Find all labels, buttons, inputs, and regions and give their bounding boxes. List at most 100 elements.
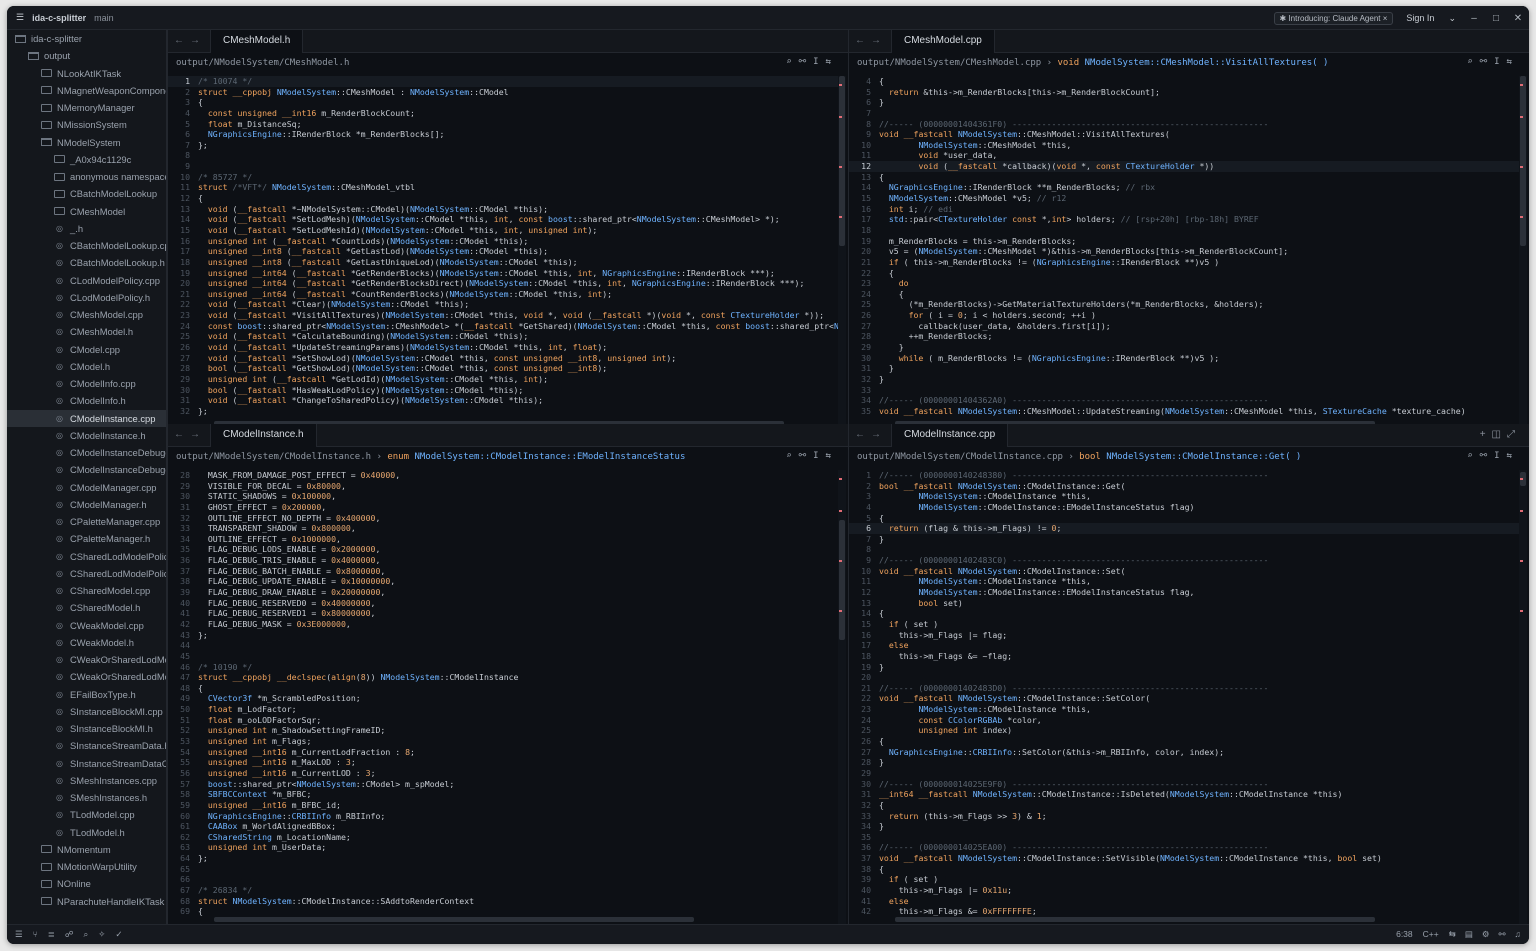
tree-item[interactable]: ◎ CBatchModelLookup.cpp xyxy=(7,237,166,254)
tree-item[interactable]: ◎ EFailBoxType.h xyxy=(7,686,166,703)
status-tool-icon[interactable]: ⌕ xyxy=(83,929,88,940)
editor-tab[interactable]: CMeshModel.cpp xyxy=(891,30,995,53)
editor-tab[interactable]: CMeshModel.h xyxy=(210,30,304,53)
tree-item[interactable]: ◎ TLodModel.h xyxy=(7,824,166,841)
breadcrumb-path[interactable]: output/NModelSystem/CMeshModel.cpp xyxy=(857,58,1041,68)
tree-item[interactable]: ◎ CModelInstance.cpp xyxy=(7,409,166,427)
tree-item[interactable]: NParachuteHandleIKTask xyxy=(7,893,166,910)
maximize-button[interactable]: □ xyxy=(1485,13,1507,24)
status-tool-icon[interactable]: ⚯ xyxy=(1499,929,1506,940)
replace-icon[interactable]: ⚯ xyxy=(799,451,814,461)
tree-item[interactable]: ◎ CLodModelPolicy.cpp xyxy=(7,272,166,289)
breadcrumb-symbol[interactable]: NModelSystem::CModelInstance::EModelInst… xyxy=(414,452,685,462)
forward-arrow-icon[interactable]: → xyxy=(190,35,206,46)
cursor-icon[interactable]: I xyxy=(1494,451,1506,461)
editor-tab[interactable]: CModelInstance.h xyxy=(210,424,317,447)
tree-item[interactable]: ◎ CWeakModel.h xyxy=(7,634,166,651)
back-arrow-icon[interactable]: ← xyxy=(174,35,190,46)
status-tool-icon[interactable]: ▤ xyxy=(1465,929,1473,940)
tree-item[interactable]: ◎ CLodModelPolicy.h xyxy=(7,289,166,306)
tree-item[interactable]: ◎ CModelInstanceDebugger xyxy=(7,444,166,461)
tree-item[interactable]: ◎ CModelInfo.cpp xyxy=(7,375,166,392)
tree-item[interactable]: NLookAtIKTask xyxy=(7,65,166,82)
tree-item[interactable]: ◎ CPaletteManager.h xyxy=(7,530,166,547)
back-arrow-icon[interactable]: ← xyxy=(174,429,190,440)
search-icon[interactable]: ⌕ xyxy=(786,57,798,67)
tree-item[interactable]: ◎ CSharedModel.h xyxy=(7,599,166,616)
project-name[interactable]: ida-c-splitter xyxy=(32,13,86,23)
search-icon[interactable]: ⌕ xyxy=(786,451,798,461)
branch-name[interactable]: main xyxy=(94,13,114,23)
vertical-scrollbar[interactable] xyxy=(1519,76,1527,428)
vertical-scrollbar[interactable] xyxy=(838,470,846,924)
back-arrow-icon[interactable]: ← xyxy=(855,429,871,440)
tree-item[interactable]: NMotionWarpUtility xyxy=(7,858,166,875)
status-tool-icon[interactable]: ⚙ xyxy=(1482,929,1490,940)
tree-item[interactable]: ◎ CSharedLodModelPolicy xyxy=(7,548,166,565)
tree-item[interactable]: ◎ CModel.cpp xyxy=(7,341,166,358)
tree-item[interactable]: ◎ CModelManager.h xyxy=(7,496,166,513)
split-icon[interactable]: ◫ xyxy=(1492,429,1507,440)
status-tool-icon[interactable]: ☰ xyxy=(15,929,23,940)
tree-item[interactable]: ◎ CSharedLodModelPolicy xyxy=(7,565,166,582)
tree-item[interactable]: anonymous namespace xyxy=(7,168,166,185)
tree-item[interactable]: NMemoryManager xyxy=(7,99,166,116)
wrap-icon[interactable]: ⇆ xyxy=(826,57,838,67)
sign-in-button[interactable]: Sign In xyxy=(1399,13,1441,23)
status-tool-icon[interactable]: ✓ xyxy=(115,929,122,940)
vertical-scrollbar[interactable] xyxy=(1519,470,1527,924)
tree-item[interactable]: ◎ CMeshModel.cpp xyxy=(7,306,166,323)
tree-item[interactable]: _A0x94c1129c xyxy=(7,151,166,168)
breadcrumb-path[interactable]: output/NModelSystem/CModelInstance.h xyxy=(176,452,371,462)
tree-item[interactable]: ◎ CWeakOrSharedLodModel xyxy=(7,651,166,668)
wrap-icon[interactable]: ⇆ xyxy=(1507,57,1519,67)
tree-item[interactable]: ◎ CModel.h xyxy=(7,358,166,375)
tree-item[interactable]: output xyxy=(7,47,166,64)
minimize-button[interactable]: – xyxy=(1463,13,1485,24)
editor-tab[interactable]: CModelInstance.cpp xyxy=(891,424,1009,447)
tree-item[interactable]: CMeshModel xyxy=(7,203,166,220)
horizontal-scrollbar[interactable] xyxy=(895,917,1375,922)
status-tool-icon[interactable]: ♫ xyxy=(1515,929,1521,940)
tree-item[interactable]: ◎ SMeshInstances.h xyxy=(7,789,166,806)
code-area[interactable]: 1 //----- (0000000140248380) ------------… xyxy=(849,470,1519,924)
replace-icon[interactable]: ⚯ xyxy=(799,57,814,67)
breadcrumb-symbol[interactable]: NModelSystem::CMeshModel::VisitAllTextur… xyxy=(1085,58,1329,68)
cursor-icon[interactable]: I xyxy=(813,57,825,67)
forward-arrow-icon[interactable]: → xyxy=(871,429,887,440)
code-area[interactable]: 4{5 return &this->m_RenderBlocks[this->m… xyxy=(849,76,1519,428)
tree-item[interactable]: ◎ SInstanceStreamData.h xyxy=(7,737,166,754)
tree-item[interactable]: ◎ CModelManager.cpp xyxy=(7,479,166,496)
forward-arrow-icon[interactable]: → xyxy=(871,35,887,46)
wrap-icon[interactable]: ⇆ xyxy=(826,451,838,461)
scroll-thumb[interactable] xyxy=(839,76,845,246)
tree-item[interactable]: ◎ CModelInfo.h xyxy=(7,392,166,409)
cursor-icon[interactable]: I xyxy=(813,451,825,461)
tree-item[interactable]: NOnline xyxy=(7,875,166,892)
tree-item[interactable]: ◎ CWeakModel.cpp xyxy=(7,617,166,634)
close-button[interactable]: ✕ xyxy=(1507,13,1529,24)
tree-item[interactable]: ◎ SInstanceStreamDataC xyxy=(7,755,166,772)
tree-item[interactable]: ◎ _.h xyxy=(7,220,166,237)
tree-item[interactable]: ◎ TLodModel.cpp xyxy=(7,806,166,823)
breadcrumb-path[interactable]: output/NModelSystem/CMeshModel.h xyxy=(176,58,349,68)
promo-banner[interactable]: ✱ Introducing: Claude Agent × xyxy=(1273,11,1394,25)
cursor-icon[interactable]: I xyxy=(1494,57,1506,67)
promo-close-icon[interactable]: × xyxy=(1383,14,1388,23)
tree-item[interactable]: ◎ CSharedModel.cpp xyxy=(7,582,166,599)
language-mode[interactable]: C++ xyxy=(1423,929,1439,940)
search-icon[interactable]: ⌕ xyxy=(1467,451,1479,461)
tree-item[interactable]: ◎ CMeshModel.h xyxy=(7,323,166,340)
forward-arrow-icon[interactable]: → xyxy=(190,429,206,440)
tree-item[interactable]: ◎ CWeakOrSharedLodModel xyxy=(7,668,166,685)
tree-item[interactable]: ◎ CModelInstance.h xyxy=(7,427,166,444)
vertical-scrollbar[interactable] xyxy=(838,76,846,428)
expand-icon[interactable]: ⤢ xyxy=(1507,429,1521,440)
tree-item[interactable]: NMissionSystem xyxy=(7,116,166,133)
status-tool-icon[interactable]: ☍ xyxy=(65,929,74,940)
tree-item[interactable]: ◎ CBatchModelLookup.h xyxy=(7,254,166,271)
scroll-thumb[interactable] xyxy=(839,520,845,640)
tree-item[interactable]: ◎ CModelInstanceDebugger xyxy=(7,461,166,478)
replace-icon[interactable]: ⚯ xyxy=(1480,451,1495,461)
tree-item[interactable]: CBatchModelLookup xyxy=(7,185,166,202)
